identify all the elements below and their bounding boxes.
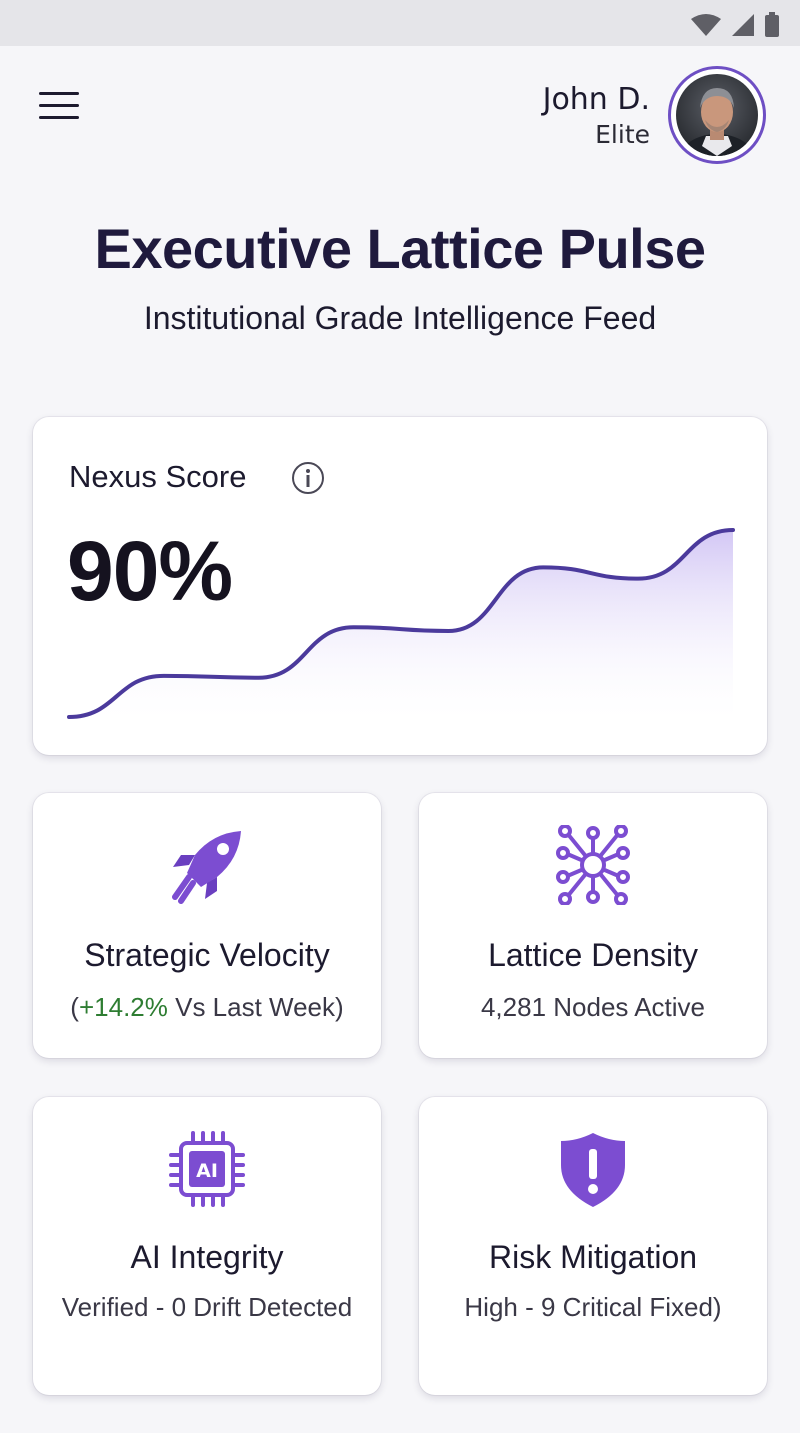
battery-icon: [765, 12, 779, 37]
delta-suffix: Vs Last Week): [167, 992, 344, 1022]
risk-mitigation-title: Risk Mitigation: [488, 1239, 698, 1275]
velocity-delta: +14.2%: [78, 992, 168, 1022]
info-icon[interactable]: [291, 461, 325, 495]
lattice-density-title: Lattice Density: [488, 937, 698, 973]
network-nodes-icon: [556, 825, 630, 905]
ai-chip-label: AI: [196, 1160, 218, 1182]
ai-integrity-title: AI Integrity: [130, 1239, 284, 1275]
nexus-score-card[interactable]: Nexus Score 90%: [33, 417, 767, 755]
risk-mitigation-card[interactable]: Risk Mitigation High - 9 Critical Fixed): [419, 1097, 767, 1395]
status-icons: [690, 12, 780, 38]
shield-alert-icon: [561, 1133, 625, 1207]
lattice-density-card[interactable]: Lattice Density 4,281 Nodes Active: [419, 793, 767, 1058]
user-info[interactable]: John D. Elite: [543, 82, 650, 152]
hamburger-menu-icon[interactable]: [36, 92, 82, 128]
delta-open-paren: (: [70, 992, 79, 1022]
nexus-score-value: 90%: [67, 524, 233, 618]
avatar[interactable]: [668, 66, 766, 164]
page-subtitle: Institutional Grade Intelligence Feed: [143, 300, 657, 336]
strategic-velocity-card[interactable]: Strategic Velocity (+14.2% Vs Last Week): [33, 793, 381, 1058]
nexus-score-label: Nexus Score: [69, 459, 247, 494]
ai-chip-icon: AI: [169, 1131, 245, 1207]
cell-signal-icon: [732, 14, 754, 36]
strategic-velocity-sub: (+14.2% Vs Last Week): [57, 989, 357, 1026]
ai-integrity-card[interactable]: AI AI Integrity Verified - 0 Drift Detec…: [33, 1097, 381, 1395]
user-name: John D.: [542, 82, 650, 117]
risk-mitigation-sub: High - 9 Critical Fixed): [464, 1292, 722, 1322]
user-tier: Elite: [595, 120, 650, 149]
page-title: Executive Lattice Pulse: [94, 217, 706, 280]
rocket-icon: [172, 831, 241, 904]
status-bar: [0, 0, 800, 46]
wifi-icon: [691, 14, 721, 36]
ai-integrity-sub: Verified - 0 Drift Detected: [61, 1292, 353, 1322]
lattice-density-sub: 4,281 Nodes Active: [480, 992, 706, 1022]
avatar-photo: [676, 74, 758, 156]
strategic-velocity-title: Strategic Velocity: [84, 937, 330, 973]
app-header: John D. Elite: [0, 46, 800, 176]
